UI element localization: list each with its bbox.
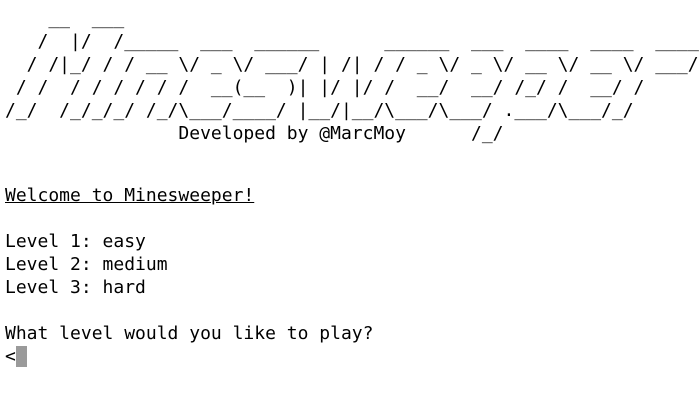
level-option-medium: Level 2: medium xyxy=(5,254,168,275)
ascii-banner: __ ___ / |/ /_____ ___ ______ ______ ___… xyxy=(5,8,699,144)
prompt-symbol: < xyxy=(5,346,16,367)
terminal-output: Welcome to Minesweeper! Level 1: easy Le… xyxy=(5,184,373,368)
level-option-hard: Level 3: hard xyxy=(5,277,146,298)
input-prompt[interactable]: < xyxy=(5,345,373,368)
text-cursor[interactable] xyxy=(15,346,27,367)
level-question: What level would you like to play? xyxy=(5,323,374,344)
terminal-window[interactable]: __ ___ / |/ /_____ ___ ______ ______ ___… xyxy=(0,0,699,409)
welcome-message: Welcome to Minesweeper! xyxy=(5,185,255,206)
level-option-easy: Level 1: easy xyxy=(5,231,146,252)
